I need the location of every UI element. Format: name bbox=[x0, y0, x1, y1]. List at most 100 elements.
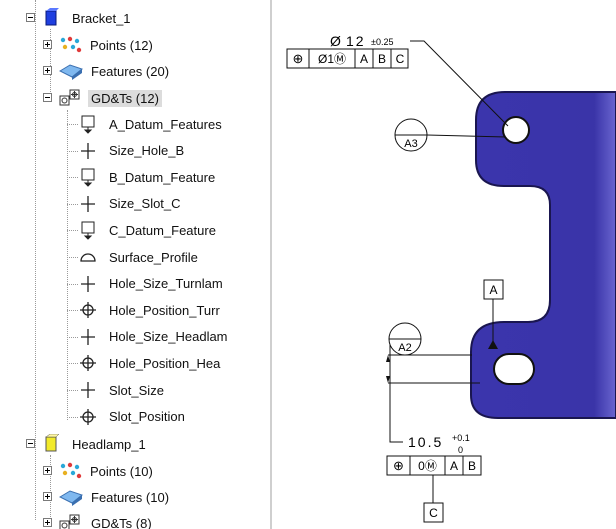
tree-node-gdt[interactable]: Hole_Size_Turnlam bbox=[79, 273, 226, 295]
datum-target-a3[interactable]: A3 bbox=[394, 118, 428, 152]
gdt-set-icon bbox=[59, 514, 80, 529]
tree-node-label: B_Datum_Feature bbox=[109, 169, 216, 185]
tree-line bbox=[67, 283, 78, 285]
part-icon bbox=[45, 434, 60, 452]
tree-node-label: Features (20) bbox=[91, 63, 170, 79]
collapse-toggle[interactable] bbox=[43, 93, 52, 102]
tree-line bbox=[67, 363, 78, 365]
tree-node-gdt[interactable]: Hole_Position_Turr bbox=[79, 299, 223, 321]
tree-node-features[interactable]: Features (20) bbox=[58, 60, 172, 82]
drawing-canvas[interactable]: Ø 12 ±0.25 ⊕ Ø1Ⓜ A B C A3 A A2 10.5 +0.1… bbox=[272, 0, 616, 529]
datum-icon bbox=[79, 167, 97, 187]
collapse-toggle[interactable] bbox=[26, 439, 35, 448]
tree-node-gdt[interactable]: Slot_Size bbox=[79, 379, 167, 401]
tree-node-bracket[interactable]: Bracket_1 bbox=[42, 7, 134, 29]
tree-node-gdt[interactable]: Size_Hole_B bbox=[79, 140, 187, 162]
tree-node-gdt[interactable]: Surface_Profile bbox=[79, 246, 201, 268]
fcf-tolerance: 0Ⓜ bbox=[418, 459, 437, 473]
position-symbol: ⊕ bbox=[293, 51, 304, 66]
slot-width-value: 10.5 bbox=[408, 434, 443, 450]
features-icon bbox=[58, 490, 84, 506]
tree-node-points[interactable]: Points (12) bbox=[58, 34, 156, 56]
points-icon bbox=[60, 36, 82, 53]
tree-line bbox=[67, 230, 78, 232]
tree-node-label: Hole_Size_Turnlam bbox=[109, 276, 223, 292]
position-icon bbox=[79, 300, 97, 320]
slot-width-tol-upper: +0.1 bbox=[452, 433, 470, 443]
expand-toggle[interactable] bbox=[43, 492, 52, 501]
slot-width-tol-lower: 0 bbox=[458, 445, 463, 455]
tree-node-gdt[interactable]: Slot_Position bbox=[79, 406, 188, 428]
datum-icon bbox=[79, 220, 97, 241]
tree-node-gdts[interactable]: GD&Ts (8) bbox=[58, 512, 155, 529]
tree-node-features[interactable]: Features (10) bbox=[58, 486, 172, 508]
arrowhead bbox=[386, 355, 390, 362]
fcf-tolerance: Ø1Ⓜ bbox=[318, 52, 346, 66]
size-icon bbox=[79, 327, 97, 347]
tree-line bbox=[67, 150, 78, 152]
slot[interactable] bbox=[493, 353, 535, 385]
expand-toggle[interactable] bbox=[43, 466, 52, 475]
tree-node-label: Points (12) bbox=[90, 37, 153, 53]
part-icon bbox=[45, 8, 59, 26]
fcf-slot-position[interactable]: ⊕ 0Ⓜ A B bbox=[386, 455, 482, 476]
tree-line bbox=[67, 110, 68, 420]
hole-diameter-tolerance: ±0.25 bbox=[371, 37, 393, 47]
datum-feature-a[interactable]: A bbox=[483, 279, 504, 300]
size-icon bbox=[79, 380, 97, 400]
tree-node-gdts[interactable]: GD&Ts (12) bbox=[58, 87, 162, 109]
tree-node-label: Headlamp_1 bbox=[72, 436, 146, 452]
tree-node-gdt[interactable]: Size_Slot_C bbox=[79, 193, 184, 215]
gdt-set-icon bbox=[59, 89, 80, 106]
tree-node-label: Bracket_1 bbox=[72, 10, 131, 26]
svg-text:A: A bbox=[489, 283, 497, 297]
tree-node-gdt[interactable]: Hole_Size_Headlam bbox=[79, 326, 231, 348]
datum-feature-c[interactable]: C bbox=[423, 502, 444, 523]
tree-node-gdt[interactable]: C_Datum_Feature bbox=[79, 219, 219, 241]
tree-line bbox=[67, 203, 78, 205]
fcf-datum: B bbox=[378, 52, 386, 66]
3d-viewport[interactable]: Ø 12 ±0.25 ⊕ Ø1Ⓜ A B C A3 A A2 10.5 +0.1… bbox=[272, 0, 616, 529]
round-hole[interactable] bbox=[502, 116, 530, 144]
tree-node-label: C_Datum_Feature bbox=[109, 222, 216, 238]
tree-node-headlamp[interactable]: Headlamp_1 bbox=[42, 433, 149, 455]
expand-toggle[interactable] bbox=[43, 518, 52, 527]
tree-node-label: Hole_Size_Headlam bbox=[109, 329, 228, 345]
size-icon bbox=[79, 194, 97, 214]
tree-node-label: A_Datum_Features bbox=[109, 116, 222, 132]
tree-node-gdt[interactable]: B_Datum_Feature bbox=[79, 166, 218, 188]
fcf-datum: A bbox=[450, 459, 458, 473]
hole-diameter-symbol: Ø bbox=[330, 33, 341, 49]
surface-profile-icon bbox=[79, 247, 97, 267]
expand-toggle[interactable] bbox=[43, 66, 52, 75]
tree-line bbox=[67, 257, 78, 258]
size-icon bbox=[79, 274, 97, 294]
tree-node-label: Hole_Position_Turr bbox=[109, 302, 220, 318]
datum-target-a2[interactable]: A2 bbox=[388, 322, 422, 356]
tree-line bbox=[67, 416, 78, 418]
tree-line bbox=[67, 177, 78, 179]
tree-node-gdt[interactable]: Hole_Position_Hea bbox=[79, 352, 223, 374]
svg-text:A3: A3 bbox=[404, 138, 417, 150]
tree-node-label: Size_Slot_C bbox=[109, 196, 181, 212]
tree-node-label: Slot_Size bbox=[109, 382, 164, 398]
tree-node-points[interactable]: Points (10) bbox=[58, 460, 156, 482]
tree-node-label: Points (10) bbox=[90, 463, 153, 479]
tree-node-gdt[interactable]: A_Datum_Features bbox=[79, 113, 225, 135]
specification-tree: Bracket_1 Points (12) Features (20) GD&T… bbox=[0, 0, 270, 529]
tree-line bbox=[67, 390, 78, 391]
tree-node-label: GD&Ts (8) bbox=[91, 515, 152, 529]
collapse-toggle[interactable] bbox=[26, 13, 35, 22]
fcf-datum: B bbox=[468, 459, 476, 473]
position-symbol: ⊕ bbox=[393, 458, 404, 473]
position-icon bbox=[79, 407, 97, 427]
arrowhead bbox=[386, 376, 390, 383]
tree-node-label: Size_Hole_B bbox=[109, 143, 185, 159]
tree-line bbox=[35, 0, 36, 520]
fcf-hole-position[interactable]: ⊕ Ø1Ⓜ A B C bbox=[286, 48, 409, 69]
bracket-part[interactable] bbox=[470, 91, 616, 419]
fcf-datum: A bbox=[360, 52, 368, 66]
dimension-line bbox=[389, 345, 403, 443]
tree-line bbox=[67, 310, 78, 312]
expand-toggle[interactable] bbox=[43, 40, 52, 49]
